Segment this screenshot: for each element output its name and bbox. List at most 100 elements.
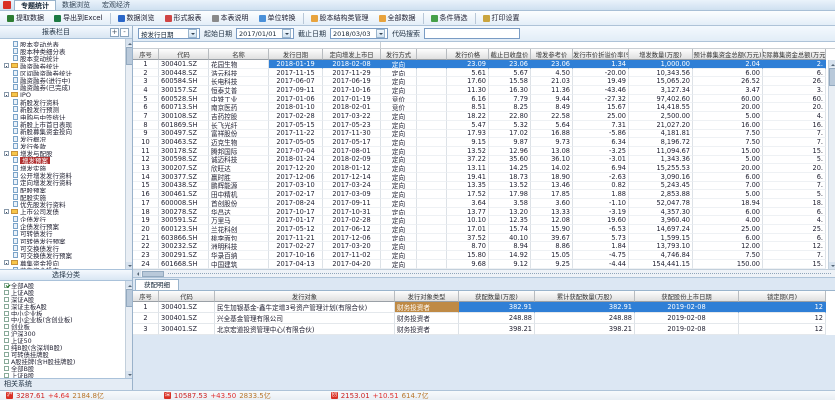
scroll-up-icon[interactable]	[829, 60, 835, 67]
category-item-4[interactable]: 中小企业板	[4, 310, 132, 317]
tree-item-24[interactable]: 企债发行	[2, 215, 132, 222]
tree-item-3[interactable]: 融资融券统计	[2, 62, 132, 69]
titlebar-tab-0[interactable]: 专题统计	[14, 0, 56, 10]
chevron-down-icon[interactable]	[282, 29, 291, 38]
tree-item-18[interactable]: 公开增发发行资料	[2, 171, 132, 178]
tree-item-0[interactable]: 股本变动总表	[2, 40, 132, 47]
detail-column-header-1[interactable]: 代码	[159, 291, 215, 302]
table-row[interactable]: 23300291.SZ华录百纳2017-10-162017-11-02定向15.…	[133, 251, 835, 260]
report-type-select[interactable]: 按发行日期	[138, 28, 200, 39]
tree-item-29[interactable]: 可交换债发行预案	[2, 252, 132, 259]
tree-collapse-icon[interactable]	[4, 151, 9, 156]
category-item-8[interactable]: 上证50	[4, 337, 132, 344]
category-scrollbar[interactable]	[125, 281, 132, 378]
tree-item-9[interactable]: 新股发行预测	[2, 106, 132, 113]
table-scrollbar[interactable]	[828, 60, 835, 269]
column-header-9[interactable]: 增发参考价	[531, 49, 573, 60]
table-row[interactable]: 8601869.SH长飞光纤2017-05-152017-05-23定向5.47…	[133, 121, 835, 130]
tree-item-20[interactable]: 配股预案	[2, 186, 132, 193]
checkbox-icon[interactable]	[4, 352, 9, 357]
table-hscrollbar[interactable]	[133, 269, 835, 277]
scroll-left-icon[interactable]	[133, 270, 141, 277]
tree-item-1[interactable]: 股本种类细分表	[2, 47, 132, 54]
category-item-12[interactable]: 全部B股	[4, 365, 132, 372]
table-row[interactable]: 5600528.SH中铁工业2017-01-062017-01-19竞价6.16…	[133, 95, 835, 104]
checkbox-icon[interactable]	[4, 373, 9, 378]
checkbox-icon[interactable]	[4, 331, 9, 336]
category-item-0[interactable]: 全部A股	[4, 282, 132, 289]
toolbar-button-1[interactable]: 导出到Excel	[51, 12, 106, 24]
tree-item-5[interactable]: 融资融券(进行中)	[2, 76, 132, 83]
tree-collapse-icon[interactable]	[4, 209, 9, 214]
table-row[interactable]: 1300401.SZ花园生物2018-01-192018-02-08定向23.0…	[133, 60, 835, 69]
category-item-6[interactable]: 创业板	[4, 323, 132, 330]
checkbox-icon[interactable]	[4, 283, 9, 288]
chevron-down-icon[interactable]	[188, 29, 197, 38]
column-header-6[interactable]	[417, 49, 447, 60]
toolbar-button-0[interactable]: 提取数据	[4, 12, 47, 24]
scroll-thumb[interactable]	[142, 271, 164, 277]
scroll-thumb[interactable]	[126, 47, 132, 65]
toolbar-button-3[interactable]: 形式报表	[162, 12, 205, 24]
code-search-input[interactable]	[424, 28, 520, 39]
checkbox-icon[interactable]	[4, 338, 9, 343]
end-date-select[interactable]: 2018/03/03	[330, 28, 388, 39]
toolbar-button-8[interactable]: 条件筛选	[428, 12, 471, 24]
table-row[interactable]: 13300207.SZ欣旺达2017-12-202018-01-12定向13.1…	[133, 164, 835, 173]
tree-scrollbar[interactable]	[125, 39, 132, 269]
category-item-3[interactable]: 深证主板A股	[4, 303, 132, 310]
tree-item-15[interactable]: 增发与配股	[2, 149, 132, 156]
tree-item-21[interactable]: 配股实施	[2, 193, 132, 200]
tree-item-17[interactable]: 增发实施	[2, 164, 132, 171]
table-row[interactable]: 17600008.SH首创股份2017-08-242017-09-11定向3.6…	[133, 199, 835, 208]
tree-item-25[interactable]: 企债发行预案	[2, 222, 132, 229]
tree-item-19[interactable]: 定向增发发行资料	[2, 179, 132, 186]
column-header-13[interactable]: 实际募集资金总额(万元)	[763, 49, 826, 60]
category-item-10[interactable]: 可转债挂牌股	[4, 351, 132, 358]
tree-item-22[interactable]: 优先股发行资料	[2, 201, 132, 208]
scroll-track[interactable]	[168, 273, 831, 274]
tree-item-14[interactable]: 发行条款	[2, 142, 132, 149]
scroll-down-icon[interactable]	[126, 371, 132, 378]
category-item-5[interactable]: 中小企业板(含创业板)	[4, 316, 132, 323]
table-row[interactable]: 3600584.SH长电科技2017-06-072017-06-19定向17.6…	[133, 77, 835, 86]
category-item-1[interactable]: 上证A股	[4, 289, 132, 296]
table-row[interactable]: 18300278.SZ华昌达2017-10-172017-10-31定向13.7…	[133, 208, 835, 217]
column-header-11[interactable]: 增发数量(万股)	[629, 49, 693, 60]
column-header-4[interactable]: 定向增发上市日	[323, 49, 381, 60]
table-row[interactable]: 22300232.SZ洲明科技2017-02-272017-03-20定向8.7…	[133, 242, 835, 251]
checkbox-icon[interactable]	[4, 304, 9, 309]
detail-row[interactable]: 1300401.SZ民生加银基金-鑫牛定增3号资产管理计划(有限合伙)财务投资者…	[133, 302, 835, 313]
detail-column-header-0[interactable]: 序号	[133, 291, 159, 302]
column-header-3[interactable]: 发行日期	[269, 49, 323, 60]
table-row[interactable]: 16300461.SZ田中精机2017-02-172017-03-09定向17.…	[133, 190, 835, 199]
category-item-2[interactable]: 深证A股	[4, 296, 132, 303]
tree-item-7[interactable]: IPO	[2, 91, 132, 98]
tree-collapse-icon[interactable]	[4, 92, 9, 97]
start-date-select[interactable]: 2017/01/01	[236, 28, 294, 39]
tree-item-11[interactable]: 新股上市首日表现	[2, 120, 132, 127]
tree-item-31[interactable]: 募集资金投向	[2, 266, 132, 269]
collapse-all-button[interactable]: -	[120, 28, 129, 37]
checkbox-icon[interactable]	[4, 324, 9, 329]
scroll-up-icon[interactable]	[126, 281, 132, 288]
tree-item-4[interactable]: 区间融资融券统计	[2, 69, 132, 76]
detail-column-header-7[interactable]: 锁定期(月)	[739, 291, 826, 302]
toolbar-button-9[interactable]: 打印设置	[480, 12, 523, 24]
tab-allotment-detail[interactable]: 获配明细	[135, 279, 179, 290]
toolbar-button-6[interactable]: 股本结构类管理	[308, 12, 372, 24]
scroll-down-icon[interactable]	[126, 262, 132, 269]
scroll-thumb[interactable]	[126, 289, 132, 307]
column-header-1[interactable]: 代码	[159, 49, 209, 60]
titlebar-tab-2[interactable]: 宏观经济	[96, 0, 136, 10]
table-row[interactable]: 15300438.SZ鹏辉能源2017-03-102017-03-24定向13.…	[133, 182, 835, 191]
column-header-0[interactable]: 序号	[133, 49, 159, 60]
detail-row[interactable]: 2300401.SZ兴全基金管理有限公司财务投资者248.88248.88201…	[133, 313, 835, 324]
checkbox-icon[interactable]	[4, 290, 9, 295]
checkbox-icon[interactable]	[4, 311, 9, 316]
expand-all-button[interactable]: +	[110, 28, 119, 37]
tree-item-2[interactable]: 股本变动统计	[2, 55, 132, 62]
titlebar-tab-1[interactable]: 数据浏览	[56, 0, 96, 10]
category-bar[interactable]: 选择分类	[0, 269, 132, 281]
table-row[interactable]: 2300448.SZ浩云科技2017-11-152017-11-29定向5.61…	[133, 69, 835, 78]
